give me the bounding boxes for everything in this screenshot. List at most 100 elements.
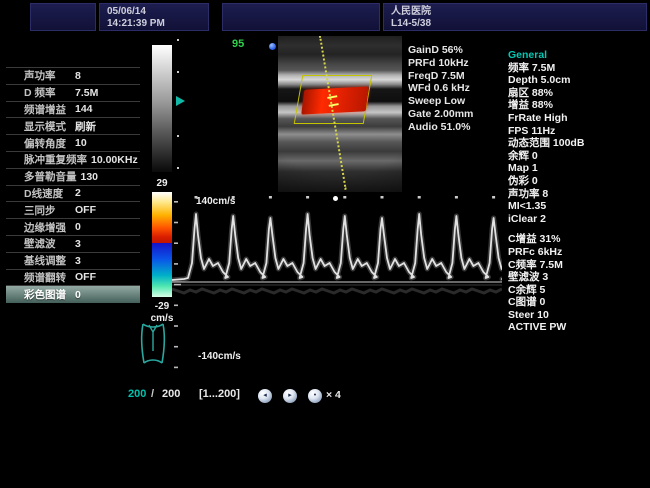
menu-label: 脉冲重复频率 xyxy=(24,152,87,167)
panel-line: 频率 7.5M xyxy=(508,62,648,75)
menu-item-edge-enhance[interactable]: 边缘增强 0 xyxy=(6,219,140,236)
menu-label: D线速度 xyxy=(24,186,71,201)
date-text: 05/06/14 xyxy=(107,6,201,18)
menu-value: 刷新 xyxy=(75,119,96,134)
menu-value: 2 xyxy=(75,187,81,199)
cine-current-frame: 200 xyxy=(128,388,146,400)
panel-line: Depth 5.0cm xyxy=(508,74,648,87)
velocity-scale-top: 140cm/s xyxy=(196,196,235,207)
panel-line: 增益 88% xyxy=(508,99,648,112)
cine-stop-button[interactable]: • xyxy=(308,389,322,403)
menu-value: 3 xyxy=(75,238,81,250)
panel-line: FPS 11Hz xyxy=(508,125,648,138)
menu-label: 边缘增强 xyxy=(24,220,71,235)
overlay-line: Sweep Low xyxy=(408,95,473,108)
grayscale-bar xyxy=(152,45,172,172)
menu-value: 3 xyxy=(75,255,81,267)
panel-line: 余辉 0 xyxy=(508,150,648,163)
overlay-line: GainD 56% xyxy=(408,44,473,57)
menu-label: 频谱增益 xyxy=(24,102,71,117)
panel-line: C余辉 5 xyxy=(508,284,648,297)
menu-item-color-map-selected[interactable]: 彩色图谱 0 xyxy=(6,286,140,303)
menu-label: 彩色图谱 xyxy=(24,287,71,302)
menu-label: 多普勒音量 xyxy=(24,169,77,184)
sample-gate-icon[interactable] xyxy=(327,95,339,107)
color-scale-max: 29 xyxy=(152,178,172,189)
menu-item-steer-angle[interactable]: 偏转角度10 xyxy=(6,135,140,152)
depth-tick xyxy=(177,135,179,137)
menu-value: 10.00KHz xyxy=(91,154,138,166)
depth-tick xyxy=(177,167,179,169)
panel-line: 扇区 88% xyxy=(508,87,648,100)
green-indicator-value: 95 xyxy=(232,38,244,50)
doppler-overlay: GainD 56% PRFd 10kHz FreqD 7.5M WFd 0.6 … xyxy=(408,44,473,134)
body-mark-icon[interactable] xyxy=(136,321,170,367)
panel-line: Map 1 xyxy=(508,162,648,175)
panel-line: 壁滤波 3 xyxy=(508,271,648,284)
datetime-cell: 05/06/14 14:21:39 PM xyxy=(99,3,209,31)
cine-slash: / xyxy=(151,388,154,400)
cine-frame-range: [1...200] xyxy=(199,388,240,400)
cine-speed-multiplier: × 4 xyxy=(326,389,341,401)
menu-value: 7.5M xyxy=(75,87,98,99)
menu-item-prf[interactable]: 脉冲重复频率 10.00KHz xyxy=(6,152,140,169)
ultrasound-screen: 05/06/14 14:21:39 PM 人民医院 L14-5/38 声功率 8 … xyxy=(0,0,650,488)
cine-total-frames: 200 xyxy=(162,388,180,400)
menu-label: 声功率 xyxy=(24,68,71,83)
panel-line: C图谱 0 xyxy=(508,296,648,309)
menu-value: OFF xyxy=(75,204,96,216)
menu-item-wall-filter[interactable]: 壁滤波3 xyxy=(6,236,140,253)
menu-value: 0 xyxy=(75,221,81,233)
menu-item-d-line-speed[interactable]: D线速度 2 xyxy=(6,186,140,203)
overlay-line: PRFd 10kHz xyxy=(408,57,473,70)
menu-value: 130 xyxy=(81,171,99,183)
menu-value: 0 xyxy=(75,289,81,301)
velocity-scale-bottom: -140cm/s xyxy=(198,351,241,362)
menu-item-triplex[interactable]: 三同步 OFF xyxy=(6,202,140,219)
menu-label: 三同步 xyxy=(24,203,71,218)
menu-label: 基线调整 xyxy=(24,253,71,268)
bmode-image[interactable] xyxy=(278,36,402,192)
color-doppler-bar-positive xyxy=(152,192,172,243)
menu-value: 8 xyxy=(75,70,81,82)
overlay-line: FreqD 7.5M xyxy=(408,70,473,83)
hospital-cell: 人民医院 L14-5/38 xyxy=(383,3,647,31)
panel-line: PRFc 6kHz xyxy=(508,246,648,259)
marker-dot-icon xyxy=(269,43,276,50)
depth-tick xyxy=(177,39,179,41)
panel-line: MI<1.35 xyxy=(508,200,648,213)
menu-label: 频谱翻转 xyxy=(24,270,71,285)
cine-step-back-button[interactable]: ◂ xyxy=(258,389,272,403)
focus-marker-icon[interactable] xyxy=(176,96,185,106)
menu-value: 144 xyxy=(75,103,93,115)
menu-item-d-frequency[interactable]: D 频率7.5M xyxy=(6,85,140,102)
cine-play-button[interactable]: ▸ xyxy=(283,389,297,403)
panel-line: 动态范围 100dB xyxy=(508,137,648,150)
probe-model: L14-5/38 xyxy=(391,18,639,30)
menu-item-acoustic-power[interactable]: 声功率 8 xyxy=(6,68,140,85)
header-left-cell xyxy=(30,3,96,31)
menu-item-display-mode[interactable]: 显示模式刷新 xyxy=(6,118,140,135)
panel-line: C频率 7.5M xyxy=(508,259,648,272)
menu-item-baseline[interactable]: 基线调整 3 xyxy=(6,253,140,270)
depth-tick xyxy=(177,71,179,73)
parameter-menu: 声功率 8 D 频率7.5M 频谱增益 144 显示模式刷新 偏转角度10 脉冲重复… xyxy=(6,67,140,303)
menu-value: 10 xyxy=(75,137,87,149)
panel-line: FrRate High xyxy=(508,112,648,125)
panel-line: Steer 10 xyxy=(508,309,648,322)
panel-line: 声功率 8 xyxy=(508,188,648,201)
patient-cell xyxy=(222,3,380,31)
menu-item-spectrum-invert[interactable]: 频谱翻转OFF xyxy=(6,270,140,287)
panel-line: C增益 31% xyxy=(508,233,648,246)
time-text: 14:21:39 PM xyxy=(107,18,201,30)
panel-section-title: General xyxy=(508,49,648,62)
panel-line: 伪彩 0 xyxy=(508,175,648,188)
menu-item-doppler-volume[interactable]: 多普勒音量 130 xyxy=(6,169,140,186)
image-parameter-panel: General 频率 7.5M Depth 5.0cm 扇区 88% 增益 88… xyxy=(508,49,648,334)
spectral-doppler-display xyxy=(172,195,502,375)
overlay-line: WFd 0.6 kHz xyxy=(408,82,473,95)
menu-item-spectrum-gain[interactable]: 频谱增益 144 xyxy=(6,102,140,119)
overlay-line: Gate 2.00mm xyxy=(408,108,473,121)
color-doppler-bar-negative xyxy=(152,243,172,297)
sweep-position-dot xyxy=(333,196,338,201)
